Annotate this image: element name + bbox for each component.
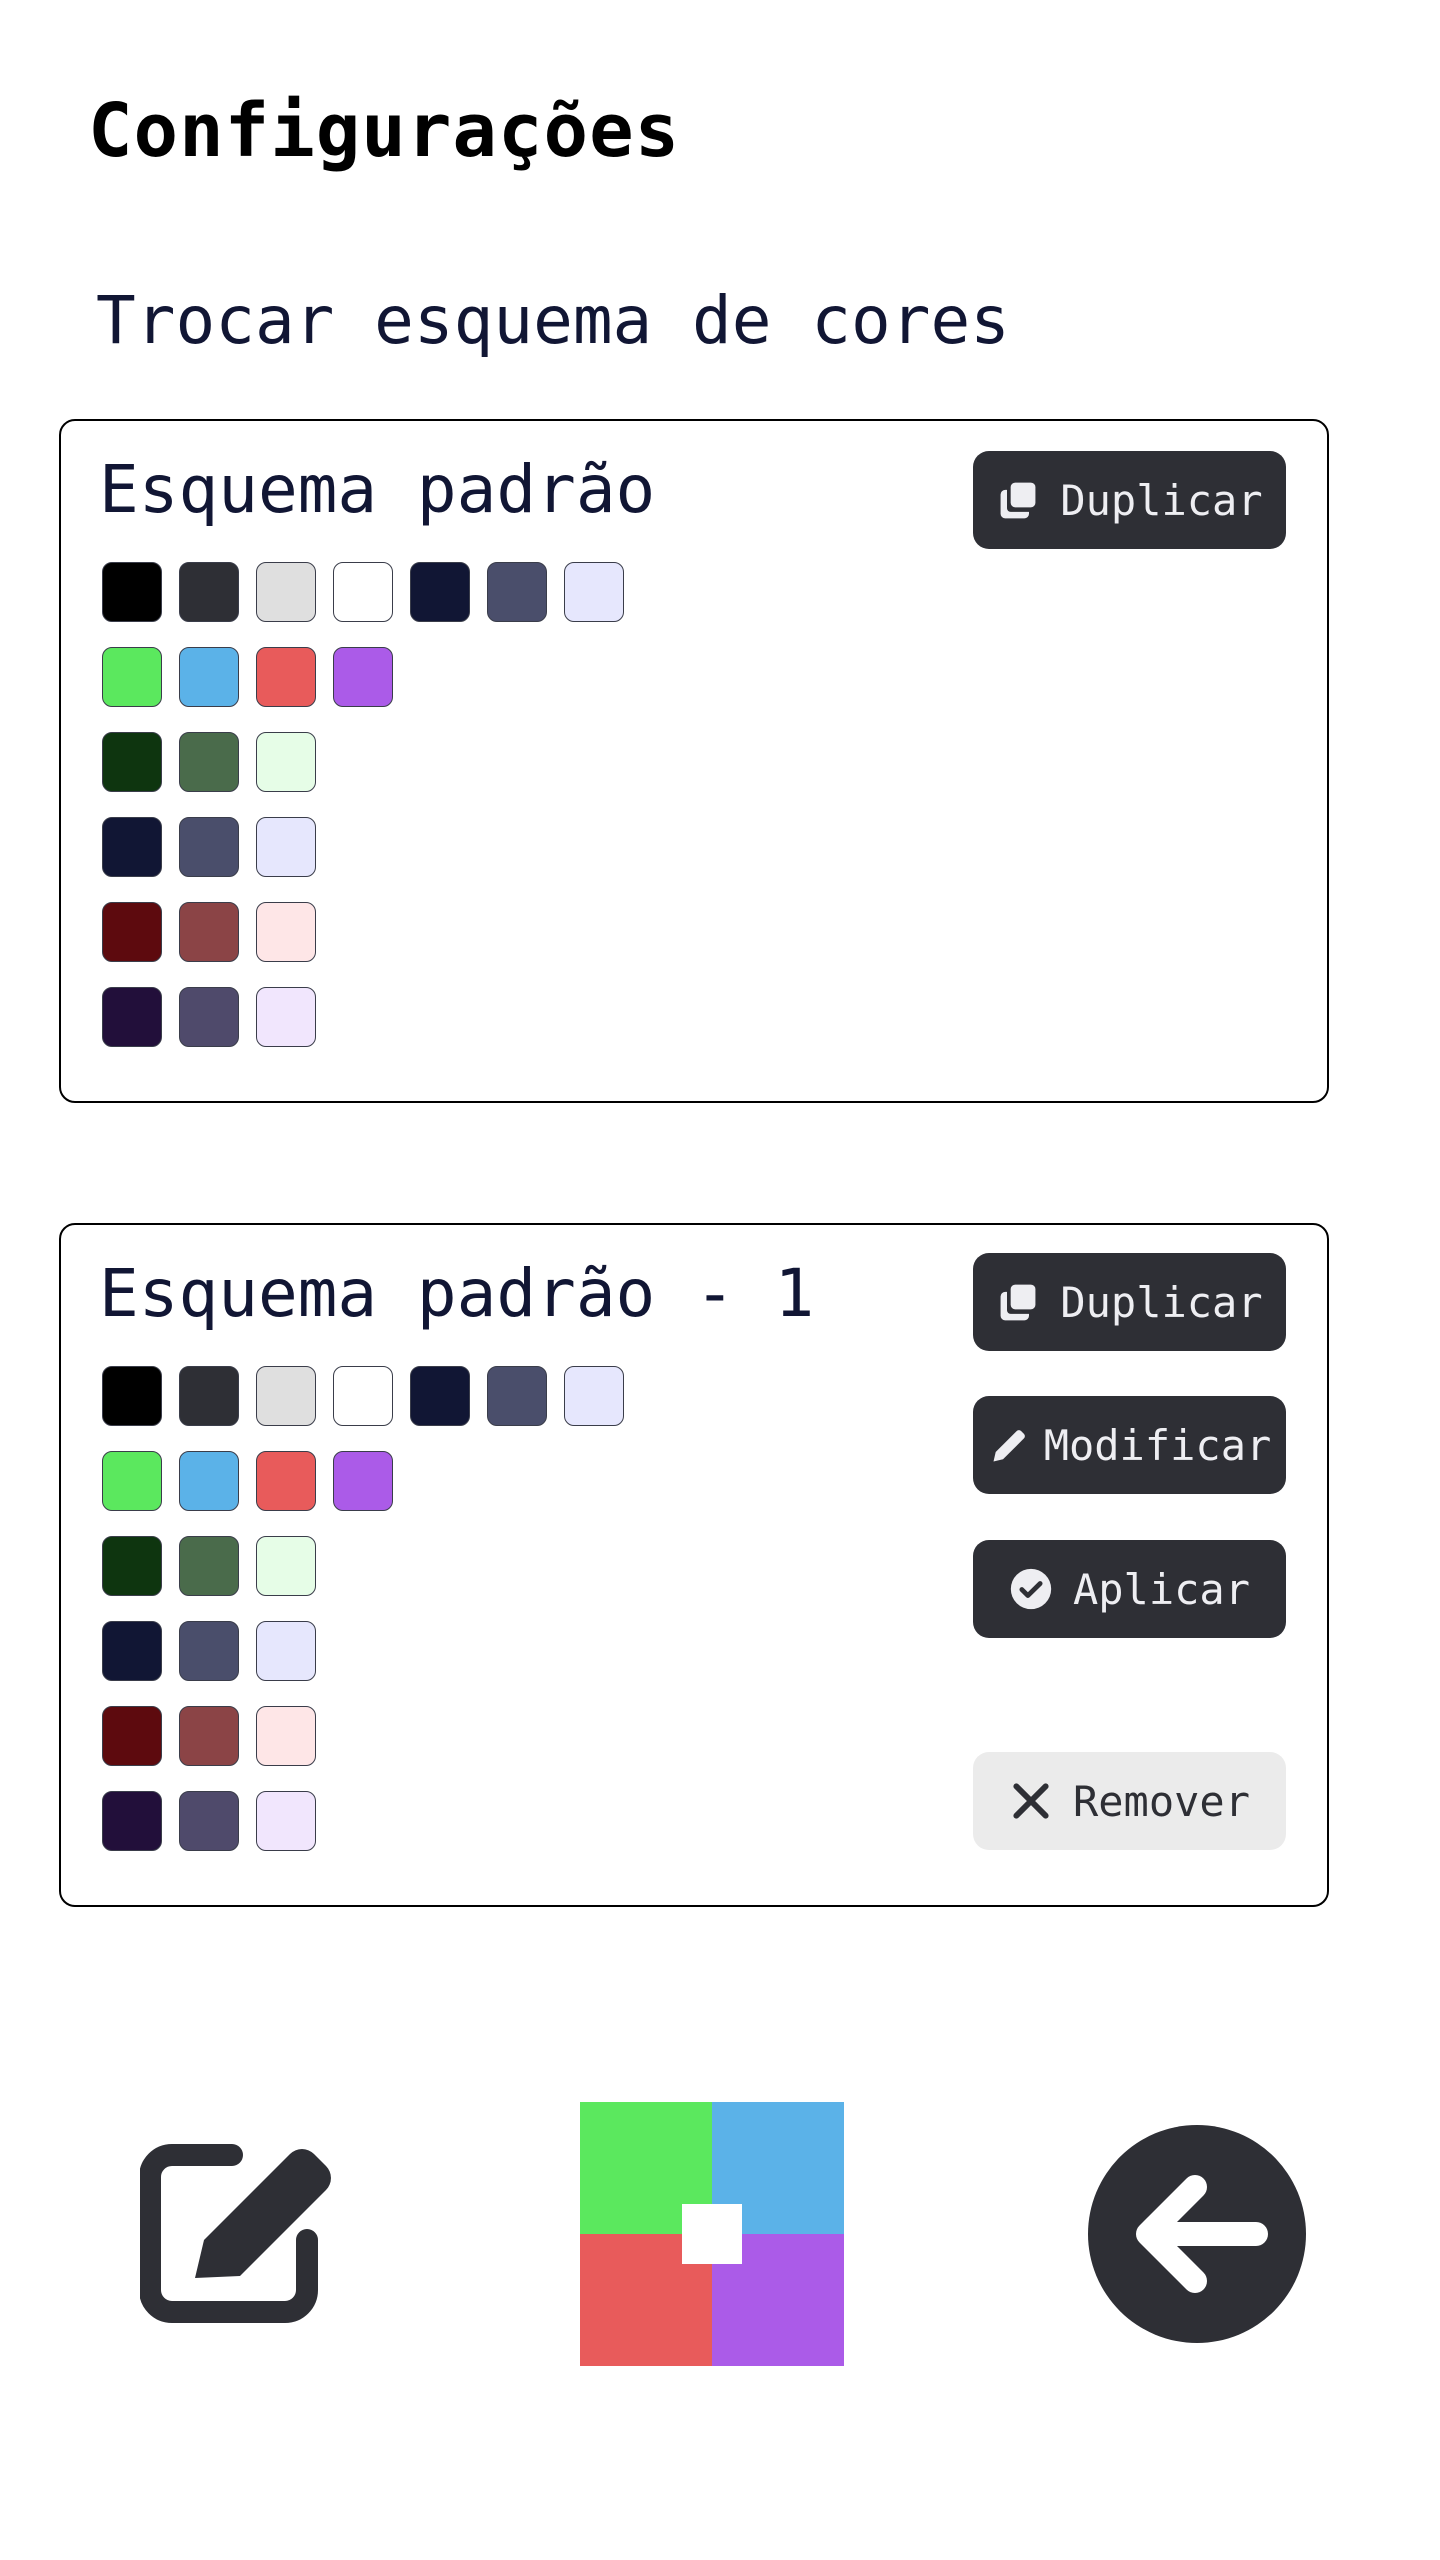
color-swatch — [333, 1451, 393, 1511]
logo-graphic — [580, 2102, 844, 2366]
color-swatch — [179, 732, 239, 792]
color-swatch — [102, 817, 162, 877]
apply-button-label: Aplicar — [1072, 1564, 1250, 1614]
color-swatches — [102, 562, 624, 1047]
color-swatch — [102, 1366, 162, 1426]
swatch-row-purple — [102, 1791, 624, 1851]
color-swatch — [487, 1366, 547, 1426]
color-swatch — [410, 1366, 470, 1426]
color-swatch — [256, 1706, 316, 1766]
color-swatch — [102, 1621, 162, 1681]
swatch-row-base — [102, 1366, 624, 1426]
duplicate-button-label: Duplicar — [1060, 1277, 1263, 1327]
color-swatch — [256, 817, 316, 877]
duplicate-button[interactable]: Duplicar — [973, 1253, 1286, 1351]
color-swatch — [333, 562, 393, 622]
scheme-name: Esquema padrão — [99, 451, 656, 528]
check-circle-icon — [1009, 1567, 1053, 1611]
color-swatch — [256, 732, 316, 792]
pencil-icon — [988, 1423, 1032, 1467]
section-title: Trocar esquema de cores — [96, 282, 1010, 359]
swatch-row-green — [102, 1536, 624, 1596]
scheme-name: Esquema padrão - 1 — [99, 1255, 815, 1332]
color-swatch — [256, 902, 316, 962]
color-swatches — [102, 1366, 624, 1851]
color-swatch — [564, 1366, 624, 1426]
color-swatch — [179, 817, 239, 877]
color-swatch — [256, 647, 316, 707]
swatch-row-blue — [102, 817, 624, 877]
color-swatch — [564, 562, 624, 622]
color-swatch — [102, 1536, 162, 1596]
edit-icon — [139, 2144, 331, 2323]
remove-button[interactable]: Remover — [973, 1752, 1286, 1850]
scheme-card-default: Esquema padrão Duplicar — [59, 419, 1329, 1103]
scheme-card-copy: Esquema padrão - 1 Duplicar Modificar Ap… — [59, 1223, 1329, 1907]
color-swatch — [102, 987, 162, 1047]
color-swatch — [102, 732, 162, 792]
swatch-row-purple — [102, 987, 624, 1047]
color-swatch — [102, 562, 162, 622]
edit-nav-button[interactable] — [139, 2130, 340, 2330]
color-swatch — [179, 1706, 239, 1766]
swatch-row-accents — [102, 647, 624, 707]
color-swatch — [256, 987, 316, 1047]
swatch-row-accents — [102, 1451, 624, 1511]
color-scheme-logo[interactable] — [580, 2102, 844, 2366]
color-swatch — [487, 562, 547, 622]
remove-button-label: Remover — [1072, 1776, 1250, 1826]
color-swatch — [179, 1621, 239, 1681]
x-icon — [1009, 1779, 1053, 1823]
swatch-row-green — [102, 732, 624, 792]
color-swatch — [102, 1706, 162, 1766]
color-swatch — [256, 1366, 316, 1426]
color-swatch — [102, 647, 162, 707]
back-button[interactable] — [1088, 2125, 1306, 2343]
modify-button[interactable]: Modificar — [973, 1396, 1286, 1494]
color-swatch — [333, 647, 393, 707]
color-swatch — [179, 1791, 239, 1851]
modify-button-label: Modificar — [1043, 1420, 1272, 1470]
color-swatch — [410, 562, 470, 622]
color-swatch — [256, 1621, 316, 1681]
apply-button[interactable]: Aplicar — [973, 1540, 1286, 1638]
color-swatch — [179, 1536, 239, 1596]
duplicate-button[interactable]: Duplicar — [973, 451, 1286, 549]
color-swatch — [256, 1791, 316, 1851]
swatch-row-base — [102, 562, 624, 622]
color-swatch — [256, 1451, 316, 1511]
copy-icon — [996, 1280, 1040, 1324]
color-swatch — [179, 902, 239, 962]
color-swatch — [102, 902, 162, 962]
color-swatch — [256, 562, 316, 622]
color-swatch — [179, 1366, 239, 1426]
arrow-left-circle-icon — [1088, 2125, 1306, 2343]
color-swatch — [179, 562, 239, 622]
copy-icon — [996, 478, 1040, 522]
color-swatch — [179, 647, 239, 707]
color-swatch — [179, 987, 239, 1047]
swatch-row-red — [102, 1706, 624, 1766]
color-swatch — [256, 1536, 316, 1596]
color-swatch — [102, 1451, 162, 1511]
color-swatch — [333, 1366, 393, 1426]
color-swatch — [179, 1451, 239, 1511]
duplicate-button-label: Duplicar — [1060, 475, 1263, 525]
swatch-row-blue — [102, 1621, 624, 1681]
swatch-row-red — [102, 902, 624, 962]
color-swatch — [102, 1791, 162, 1851]
page-title: Configurações — [88, 88, 681, 174]
